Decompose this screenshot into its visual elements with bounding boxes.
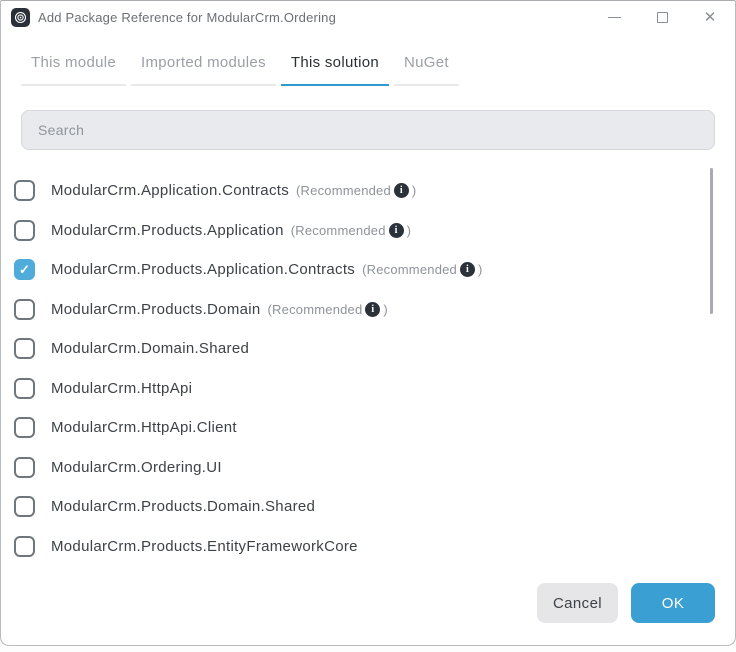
recommended-badge: (Recommended i ): [291, 223, 411, 238]
recommended-label: (Recommended: [296, 183, 391, 198]
package-name: ModularCrm.Products.Application: [51, 222, 284, 239]
package-name: ModularCrm.Domain.Shared: [51, 340, 249, 357]
recommended-close-paren: ): [478, 262, 483, 277]
package-row[interactable]: ✓ ModularCrm.Ordering.UI: [12, 448, 715, 488]
package-row[interactable]: ✓ ModularCrm.Application.Contracts (Reco…: [12, 171, 715, 211]
package-checkbox[interactable]: ✓: [14, 220, 35, 241]
cancel-button[interactable]: Cancel: [537, 583, 618, 623]
package-name: ModularCrm.Ordering.UI: [51, 459, 222, 476]
package-row[interactable]: ✓ ModularCrm.Domain.Shared: [12, 329, 715, 369]
check-icon: ✓: [19, 263, 30, 276]
dialog-footer: Cancel OK: [537, 583, 715, 623]
package-name: ModularCrm.Application.Contracts: [51, 182, 289, 199]
recommended-close-paren: ): [412, 183, 417, 198]
package-name: ModularCrm.Products.Domain: [51, 301, 261, 318]
tab-this-solution[interactable]: This solution: [281, 50, 389, 86]
package-row[interactable]: ✓ ModularCrm.HttpApi: [12, 369, 715, 409]
window-title: Add Package Reference for ModularCrm.Ord…: [38, 10, 605, 25]
package-row[interactable]: ✓ ModularCrm.Products.Domain.Shared: [12, 487, 715, 527]
recommended-label: (Recommended: [362, 262, 457, 277]
package-row[interactable]: ✓ ModularCrm.Products.EntityFrameworkCor…: [12, 527, 715, 567]
package-checkbox[interactable]: ✓: [14, 417, 35, 438]
recommended-label: (Recommended: [268, 302, 363, 317]
package-row[interactable]: ✓ ModularCrm.Products.Application.Contra…: [12, 250, 715, 290]
package-checkbox[interactable]: ✓: [14, 496, 35, 517]
abp-studio-logo-icon: [11, 8, 30, 27]
package-checkbox[interactable]: ✓: [14, 180, 35, 201]
package-name: ModularCrm.Products.Application.Contract…: [51, 261, 355, 278]
package-checkbox[interactable]: ✓: [14, 378, 35, 399]
tab-bar: This module Imported modules This soluti…: [21, 50, 715, 86]
window-controls: ✕: [605, 9, 727, 27]
maximize-button[interactable]: [653, 9, 671, 27]
package-checkbox[interactable]: ✓: [14, 259, 35, 280]
package-row[interactable]: ✓ ModularCrm.Products.Application (Recom…: [12, 211, 715, 251]
recommended-label: (Recommended: [291, 223, 386, 238]
minimize-button[interactable]: [605, 9, 623, 27]
tab-nuget[interactable]: NuGet: [394, 50, 459, 86]
recommended-badge: (Recommended i ): [296, 183, 416, 198]
package-checkbox[interactable]: ✓: [14, 536, 35, 557]
add-package-reference-dialog: Add Package Reference for ModularCrm.Ord…: [0, 0, 736, 646]
package-checkbox[interactable]: ✓: [14, 457, 35, 478]
package-list: ✓ ModularCrm.Application.Contracts (Reco…: [12, 171, 715, 566]
close-button[interactable]: ✕: [701, 9, 719, 27]
titlebar[interactable]: Add Package Reference for ModularCrm.Ord…: [1, 1, 735, 34]
list-scrollbar[interactable]: [710, 168, 713, 314]
package-name: ModularCrm.Products.EntityFrameworkCore: [51, 538, 358, 555]
package-name: ModularCrm.HttpApi: [51, 380, 192, 397]
package-name: ModularCrm.HttpApi.Client: [51, 419, 237, 436]
search-input[interactable]: [21, 110, 715, 150]
package-row[interactable]: ✓ ModularCrm.Products.Domain (Recommende…: [12, 290, 715, 330]
recommended-close-paren: ): [383, 302, 388, 317]
recommended-badge: (Recommended i ): [362, 262, 482, 277]
search-container: [21, 110, 715, 150]
ok-button[interactable]: OK: [631, 583, 715, 623]
info-icon[interactable]: i: [365, 302, 380, 317]
package-checkbox[interactable]: ✓: [14, 338, 35, 359]
package-checkbox[interactable]: ✓: [14, 299, 35, 320]
recommended-badge: (Recommended i ): [268, 302, 388, 317]
package-name: ModularCrm.Products.Domain.Shared: [51, 498, 315, 515]
tab-this-module[interactable]: This module: [21, 50, 126, 86]
tab-imported-modules[interactable]: Imported modules: [131, 50, 276, 86]
info-icon[interactable]: i: [389, 223, 404, 238]
info-icon[interactable]: i: [394, 183, 409, 198]
info-icon[interactable]: i: [460, 262, 475, 277]
package-row[interactable]: ✓ ModularCrm.HttpApi.Client: [12, 408, 715, 448]
recommended-close-paren: ): [407, 223, 412, 238]
